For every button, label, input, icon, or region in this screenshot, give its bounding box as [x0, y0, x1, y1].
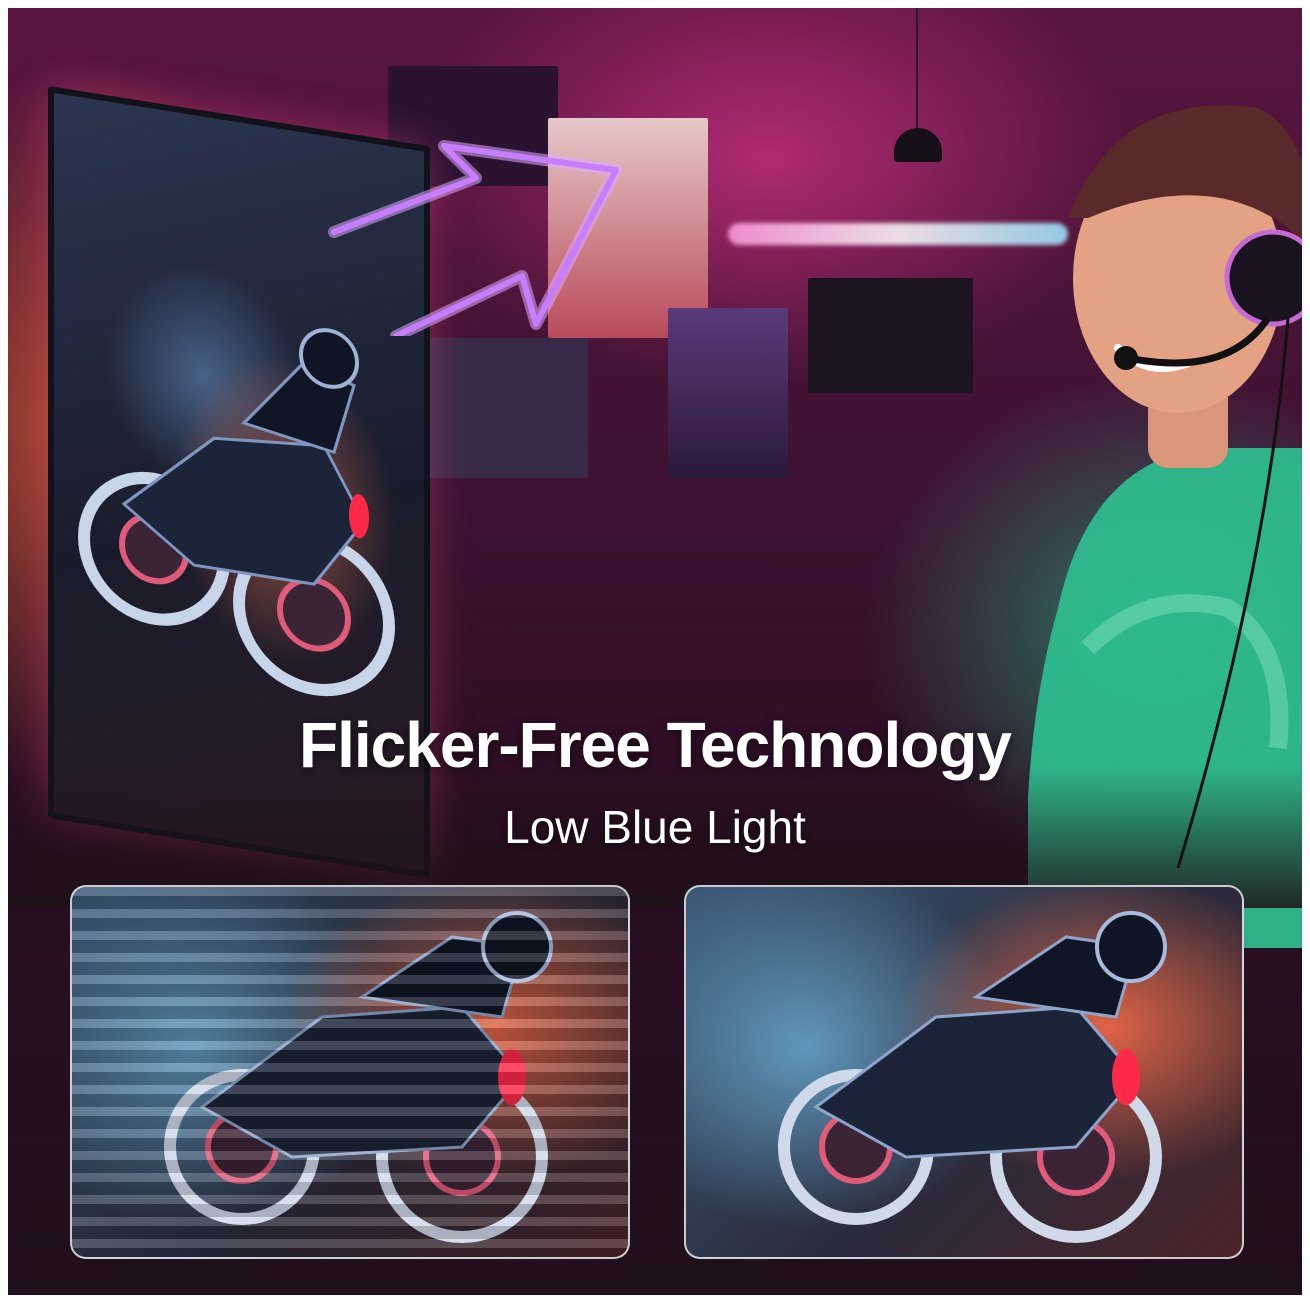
comparison-panel-flicker-free	[684, 885, 1244, 1259]
shelf-light	[728, 223, 1068, 245]
flicker-stripes	[72, 887, 628, 1257]
wall-poster	[668, 308, 788, 478]
neon-arrow-icon	[328, 140, 622, 336]
ceiling-lamp	[888, 8, 948, 188]
wall-poster	[418, 338, 588, 478]
wall-poster	[808, 278, 973, 393]
headline: Flicker-Free Technology	[299, 709, 1012, 781]
product-banner: Flicker-Free Technology Low Blue Light	[8, 8, 1302, 1295]
comparison-panel-flicker	[70, 885, 630, 1259]
motorcycle-rider-icon	[778, 911, 1167, 1243]
subheadline: Low Blue Light	[504, 801, 806, 853]
